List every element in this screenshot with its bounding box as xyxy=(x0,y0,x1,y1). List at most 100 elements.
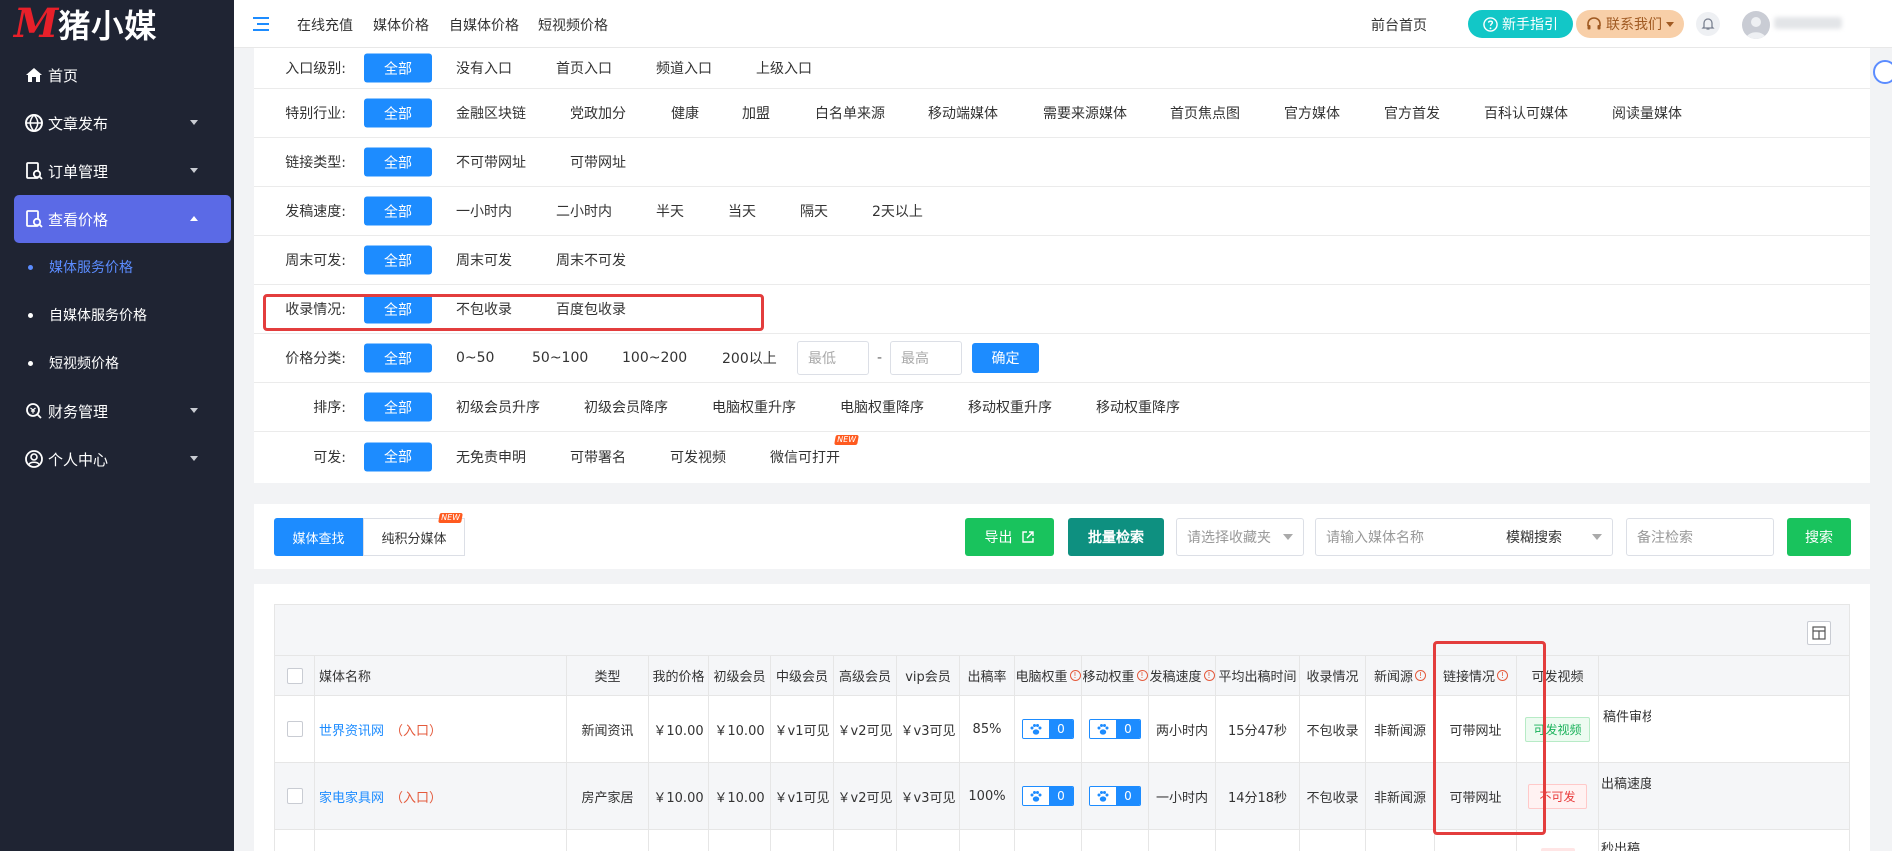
filter-option[interactable]: 0~50 xyxy=(456,350,494,366)
filter-option[interactable]: 频道入口 xyxy=(656,58,712,78)
filter-option-all[interactable]: 全部 xyxy=(364,98,432,128)
guide-button[interactable]: 新手指引 xyxy=(1468,10,1573,38)
select-all-checkbox[interactable] xyxy=(286,667,303,684)
info-icon[interactable]: ! xyxy=(1203,670,1215,681)
topnav-front-home[interactable]: 前台首页 xyxy=(1371,15,1427,35)
filter-option[interactable]: 电脑权重降序 xyxy=(840,397,924,417)
filter-option-wechat[interactable]: 微信可打开 NEW xyxy=(770,434,859,467)
filter-option-all[interactable]: 全部 xyxy=(364,53,432,83)
filter-option[interactable]: 初级会员降序 xyxy=(584,397,668,417)
filter-option[interactable]: 当天 xyxy=(728,201,756,221)
filter-option[interactable]: 隔天 xyxy=(800,201,828,221)
row-checkbox[interactable] xyxy=(286,721,303,737)
price-confirm-button[interactable]: 确定 xyxy=(972,343,1039,373)
info-icon[interactable]: ! xyxy=(1136,670,1148,681)
filter-option[interactable]: 2天以上 xyxy=(872,201,923,221)
sidebar-item-order-management[interactable]: 订单管理 xyxy=(0,147,234,195)
info-icon[interactable]: ! xyxy=(1069,670,1081,681)
filter-option-all[interactable]: 全部 xyxy=(364,442,432,471)
filter-option[interactable]: 可带网址 xyxy=(570,152,626,172)
notification-bell-icon[interactable] xyxy=(1696,12,1720,36)
price-max-input[interactable] xyxy=(890,341,962,375)
filter-option[interactable]: 50~100 xyxy=(532,350,588,366)
filter-option[interactable]: 一小时内 xyxy=(456,201,512,221)
filter-option[interactable]: 健康 xyxy=(671,103,699,123)
table-row[interactable]: 秒出稿, xyxy=(275,830,1849,851)
filter-option[interactable]: 上级入口 xyxy=(756,58,812,78)
sidebar-item-view-price[interactable]: 查看价格 xyxy=(14,195,231,243)
export-button[interactable]: 导出 xyxy=(965,518,1054,556)
media-name-search[interactable]: 请输入媒体名称 模糊搜索 xyxy=(1315,518,1613,556)
favorite-select[interactable]: 请选择收藏夹 xyxy=(1176,518,1304,556)
table-row[interactable]: 世界资讯网 （入口） 新闻资讯 ￥10.00 ￥10.00 ￥v1可见 ￥v2可见… xyxy=(275,696,1849,763)
filter-option[interactable]: 党政加分 xyxy=(570,103,626,123)
contact-button[interactable]: 联系我们 xyxy=(1576,10,1684,38)
topnav-media-price[interactable]: 媒体价格 xyxy=(373,15,429,35)
filter-option-all[interactable]: 全部 xyxy=(364,343,432,373)
filter-option[interactable]: 移动权重升序 xyxy=(968,397,1052,417)
filter-option[interactable]: 移动权重降序 xyxy=(1096,397,1180,417)
table-row[interactable]: 家电家具网 （入口） 房产家居 ￥10.00 ￥10.00 ￥v1可见 ￥v2可见… xyxy=(275,763,1849,830)
filter-option[interactable]: 阅读量媒体 xyxy=(1612,103,1682,123)
sidebar-subitem-self-media-price[interactable]: 自媒体服务价格 xyxy=(0,291,234,339)
filter-option[interactable]: 二小时内 xyxy=(556,201,612,221)
logo[interactable]: M 猪小媒 xyxy=(0,0,234,48)
filter-option[interactable]: 移动端媒体 xyxy=(928,103,998,123)
filter-option[interactable]: 官方媒体 xyxy=(1284,103,1340,123)
filter-option-all[interactable]: 全部 xyxy=(364,196,432,226)
filter-option[interactable]: 初级会员升序 xyxy=(456,397,540,417)
column-settings-icon[interactable] xyxy=(1807,621,1831,645)
filter-option[interactable]: 电脑权重升序 xyxy=(712,397,796,417)
media-name-link[interactable]: 家电家具网 xyxy=(319,787,384,806)
filter-option-all[interactable]: 全部 xyxy=(364,245,432,275)
info-icon[interactable]: ! xyxy=(1415,670,1426,681)
filter-option-all[interactable]: 全部 xyxy=(364,392,432,422)
filter-option[interactable]: 需要来源媒体 xyxy=(1043,103,1127,123)
media-name-link[interactable]: 世界资讯网 xyxy=(319,720,384,739)
topnav-short-video-price[interactable]: 短视频价格 xyxy=(538,15,608,35)
filter-option[interactable]: 官方首发 xyxy=(1384,103,1440,123)
filter-option-all[interactable]: 全部 xyxy=(364,147,432,177)
menu-toggle-icon[interactable] xyxy=(252,16,270,32)
search-mode-select[interactable]: 模糊搜索 xyxy=(1506,527,1562,547)
search-button[interactable]: 搜索 xyxy=(1787,518,1851,556)
sidebar-item-finance[interactable]: 财务管理 xyxy=(0,387,234,435)
avatar[interactable] xyxy=(1742,11,1770,39)
sidebar-subitem-short-video-price[interactable]: 短视频价格 xyxy=(0,339,234,387)
filter-option[interactable]: 首页焦点图 xyxy=(1170,103,1240,123)
sidebar-item-article-publish[interactable]: 文章发布 xyxy=(0,99,234,147)
filter-option[interactable]: 百科认可媒体 xyxy=(1484,103,1568,123)
filter-option[interactable]: 周末不可发 xyxy=(556,250,626,270)
note-search-input[interactable]: 备注检索 xyxy=(1626,518,1774,556)
chat-icon[interactable] xyxy=(1873,60,1892,84)
filter-option[interactable]: 200以上 xyxy=(722,348,777,368)
sidebar-item-home[interactable]: 首页 xyxy=(0,51,234,99)
filter-option[interactable]: 没有入口 xyxy=(456,58,512,78)
filter-option[interactable]: 周末可发 xyxy=(456,250,512,270)
batch-search-button[interactable]: 批量检索 xyxy=(1068,518,1164,556)
filter-option[interactable]: 可发视频 xyxy=(670,447,726,467)
row-checkbox[interactable] xyxy=(286,788,303,804)
my-price-cell: ￥10.00 xyxy=(649,763,709,829)
filter-option[interactable]: 白名单来源 xyxy=(815,103,885,123)
sidebar-subitem-label: 自媒体服务价格 xyxy=(49,308,147,324)
chevron-down-icon xyxy=(190,408,198,413)
filter-option[interactable]: 半天 xyxy=(656,201,684,221)
price-min-input[interactable] xyxy=(797,341,869,375)
filter-option[interactable]: 不可带网址 xyxy=(456,152,526,172)
sidebar-item-personal-center[interactable]: 个人中心 xyxy=(0,435,234,483)
entry-link[interactable]: （入口） xyxy=(390,720,442,739)
filter-option[interactable]: 100~200 xyxy=(622,350,687,366)
sidebar-subitem-media-price[interactable]: 媒体服务价格 xyxy=(0,243,234,291)
tab-media-search[interactable]: 媒体查找 xyxy=(274,518,363,556)
tab-points-media[interactable]: 纯积分媒体 NEW xyxy=(363,513,465,556)
filter-option[interactable]: 无免责申明 xyxy=(456,447,526,467)
topnav-self-media-price[interactable]: 自媒体价格 xyxy=(449,15,519,35)
filter-option[interactable]: 加盟 xyxy=(742,103,770,123)
entry-link[interactable]: （入口） xyxy=(390,787,442,806)
filter-option[interactable]: 首页入口 xyxy=(556,58,612,78)
bullet-icon xyxy=(28,313,33,318)
topnav-recharge[interactable]: 在线充值 xyxy=(297,15,353,35)
filter-option[interactable]: 可带署名 xyxy=(570,447,626,467)
filter-option[interactable]: 金融区块链 xyxy=(456,103,526,123)
